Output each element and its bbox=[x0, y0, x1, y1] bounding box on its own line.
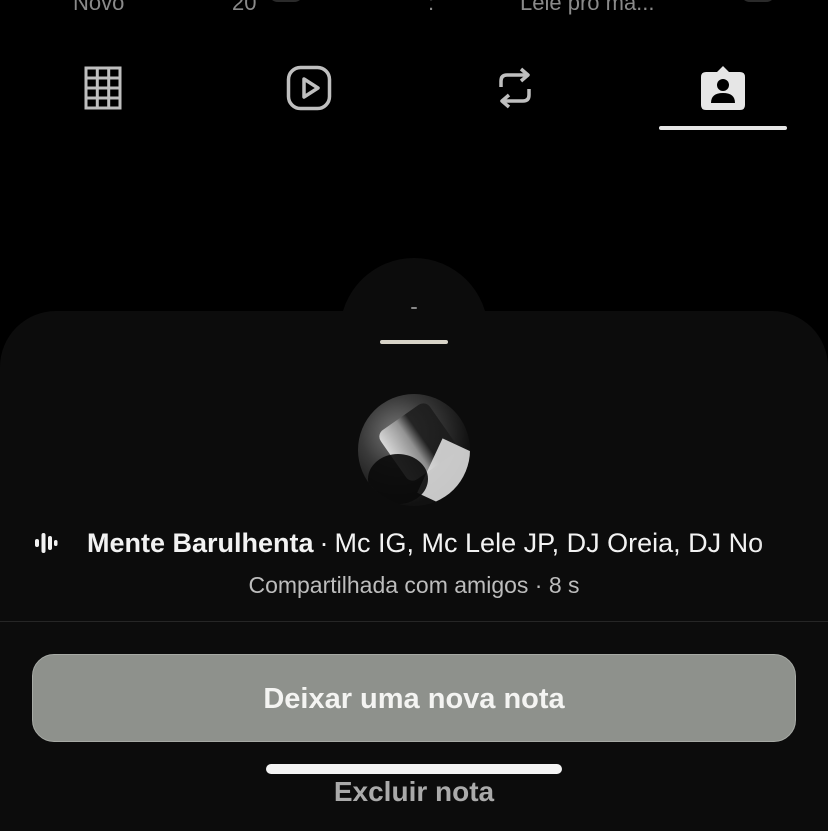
profile-tabs bbox=[0, 56, 828, 132]
reels-icon bbox=[286, 65, 332, 111]
grid-icon bbox=[84, 66, 122, 110]
tab-reposts[interactable] bbox=[451, 56, 579, 120]
repost-icon bbox=[499, 67, 531, 109]
highlight-thumbnail[interactable] bbox=[268, 0, 304, 2]
bump-dot bbox=[411, 307, 417, 309]
song-artists: Mc IG, Mc Lele JP, DJ Oreia, DJ No bbox=[334, 528, 764, 558]
song-separator: · bbox=[319, 528, 329, 558]
divider bbox=[0, 621, 828, 622]
highlight-label[interactable]: 20 bbox=[232, 0, 256, 16]
leave-new-note-button[interactable]: Deixar uma nova nota bbox=[32, 654, 796, 742]
tab-reels[interactable] bbox=[245, 56, 373, 120]
note-song-row[interactable]: Mente Barulhenta · Mc IG, Mc Lele JP, DJ O… bbox=[34, 524, 794, 564]
highlight-label[interactable]: Novo bbox=[73, 0, 124, 16]
sheet-drag-handle[interactable] bbox=[380, 340, 448, 344]
tab-tagged[interactable] bbox=[659, 56, 787, 120]
tab-posts[interactable] bbox=[39, 56, 167, 120]
highlight-thumbnail[interactable] bbox=[740, 0, 776, 2]
highlight-label[interactable]: Lele pro ma... bbox=[520, 0, 655, 16]
tagged-icon bbox=[701, 66, 745, 110]
delete-note-button[interactable]: Excluir nota bbox=[0, 772, 828, 812]
avatar bbox=[358, 394, 470, 506]
note-shared-info: Compartilhada com amigos · 8 s bbox=[248, 572, 580, 598]
audio-equalizer-icon bbox=[35, 533, 58, 553]
selected-tab-indicator bbox=[659, 126, 787, 130]
song-title: Mente Barulhenta bbox=[87, 528, 314, 558]
highlights-row: Novo 20 : Lele pro ma... bbox=[0, 0, 828, 15]
highlight-label[interactable]: : bbox=[428, 0, 434, 16]
home-indicator[interactable] bbox=[266, 764, 562, 774]
